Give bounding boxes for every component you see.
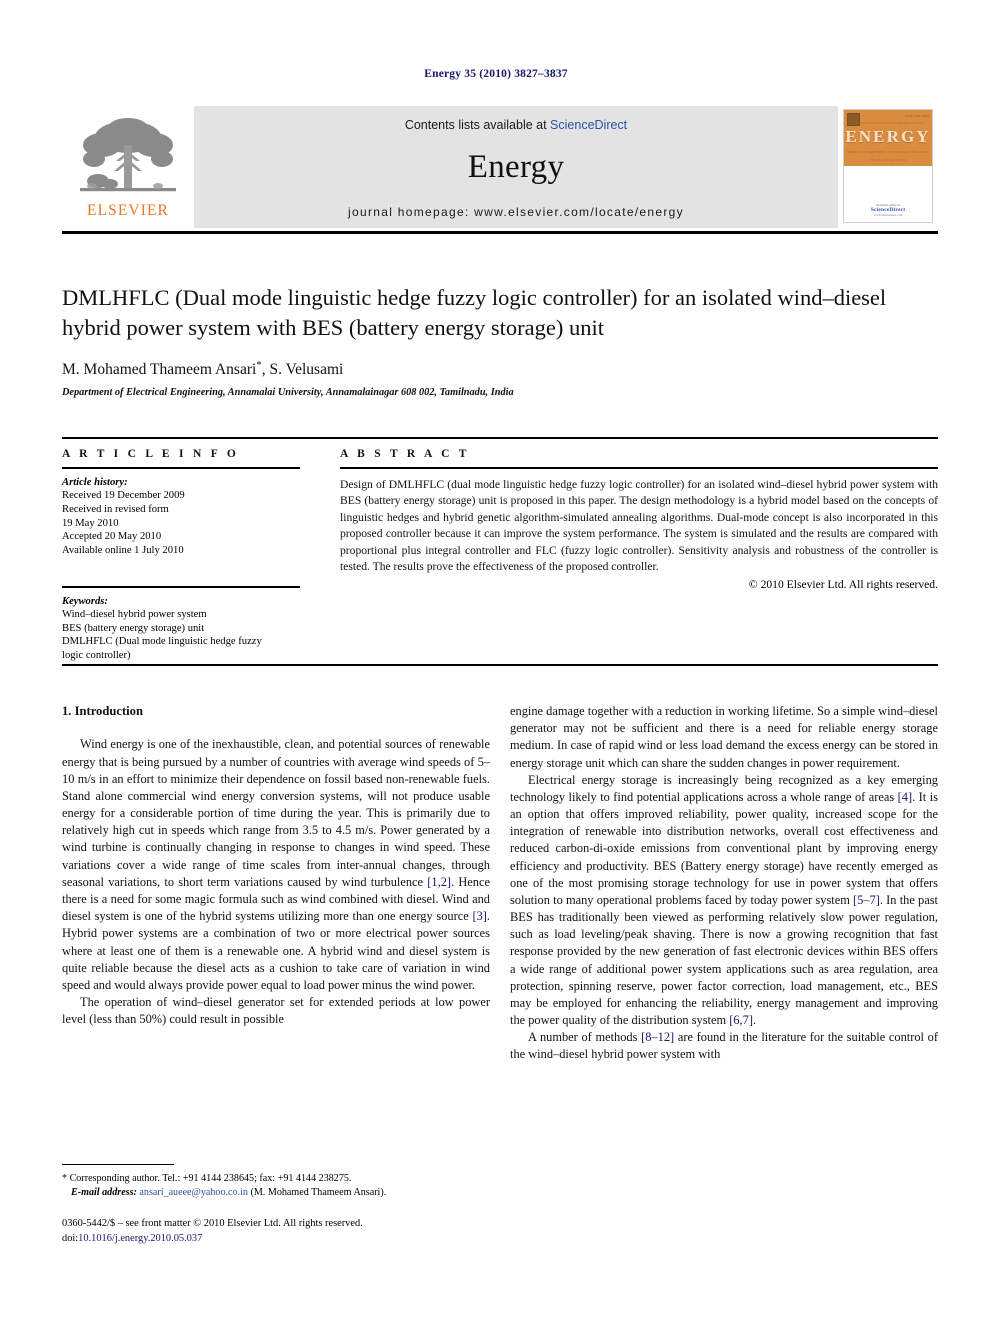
abstract-divider	[340, 467, 938, 469]
keywords-heading: Keywords:	[62, 595, 108, 607]
abstract-column: A B S T R A C T Design of DMLHFLC (dual …	[340, 448, 938, 591]
history-line: Received in revised form	[62, 503, 169, 515]
citation-link[interactable]: [4]	[898, 790, 912, 804]
title-block: DMLHFLC (Dual mode linguistic hedge fuzz…	[62, 283, 938, 398]
corresponding-marker: *	[256, 358, 262, 371]
email-address-label: E-mail address:	[71, 1187, 137, 1199]
masthead-bottom-rule	[62, 231, 938, 234]
email-link[interactable]: ansari_aueee@yahoo.co.in	[139, 1187, 248, 1198]
cover-header-band: ISSN 0360-5442 TECHNOLOGY SCIENCE PLANNI…	[844, 110, 932, 166]
author-list: M. Mohamed Thameem Ansari*, S. Velusami	[62, 358, 938, 378]
section-heading-introduction: 1. Introduction	[62, 704, 143, 718]
history-line: 19 May 2010	[62, 517, 119, 529]
cover-topic-row-bottom: ENERGY ENVIRONMENT ECONOMICS EDUCATION	[846, 150, 930, 154]
body-paragraph: A number of methods [8–12] are found in …	[510, 1030, 938, 1062]
citation-link[interactable]: [5–7]	[853, 893, 880, 907]
history-line: Accepted 20 May 2010	[62, 531, 162, 543]
footnote-marker: *	[62, 1173, 68, 1184]
article-info-column: A R T I C L E I N F O Article history: R…	[62, 448, 300, 663]
article-info-heading: A R T I C L E I N F O	[62, 448, 240, 460]
body-paragraph: Electrical energy storage is increasingl…	[510, 772, 938, 1028]
abstract-copyright: © 2010 Elsevier Ltd. All rights reserved…	[748, 577, 938, 591]
paper-page: Energy 35 (2010) 3827–3837 ELSEVIER Cont…	[0, 0, 992, 1323]
article-history-heading: Article history:	[62, 477, 128, 488]
keyword-item: Wind–diesel hybrid power system	[62, 608, 207, 620]
footnote: * Corresponding author. Tel.: +91 4144 2…	[62, 1172, 490, 1201]
citation-link[interactable]: [6,7]	[729, 1013, 753, 1027]
running-head: Energy 35 (2010) 3827–3837	[424, 68, 568, 80]
citation-link[interactable]: [8–12]	[641, 1030, 674, 1044]
elsevier-logo: ELSEVIER	[62, 106, 194, 228]
abstract-text: Design of DMLHFLC (dual mode linguistic …	[340, 478, 938, 574]
citation-link[interactable]: [1,2]	[427, 875, 451, 889]
journal-title: Energy	[467, 148, 565, 185]
doi-label: doi:	[62, 1233, 79, 1245]
article-info-divider	[62, 467, 300, 469]
corresponding-author-line: * Corresponding author. Tel.: +91 4144 2…	[62, 1172, 490, 1186]
body-paragraph: The operation of wind–diesel generator s…	[62, 995, 490, 1027]
cover-footer: Available online at ScienceDirect www.sc…	[844, 203, 932, 217]
cover-box: ISSN 0360-5442 TECHNOLOGY SCIENCE PLANNI…	[843, 109, 933, 223]
email-owner: (M. Mohamed Thameem Ansari).	[250, 1187, 387, 1199]
body-column-right: engine damage together with a reduction …	[510, 703, 938, 1064]
journal-homepage[interactable]: journal homepage: www.elsevier.com/locat…	[348, 205, 684, 219]
cover-sciencedirect-url: www.sciencedirect.com	[873, 213, 903, 217]
keyword-item: logic controller)	[62, 650, 131, 662]
info-band-bottom-rule	[62, 664, 938, 666]
history-line: Available online 1 July 2010	[62, 545, 184, 557]
cover-issn: ISSN 0360-5442	[904, 114, 929, 118]
cover-subtitle: The International Journal	[870, 158, 906, 162]
keyword-item: BES (battery energy storage) unit	[62, 622, 205, 634]
keywords-divider	[62, 585, 300, 588]
contents-available-line: Contents lists available at ScienceDirec…	[405, 118, 627, 132]
body-paragraph: engine damage together with a reduction …	[510, 704, 938, 770]
cover-title: ENERGY	[845, 127, 931, 146]
keywords-block: Keywords: Wind–diesel hybrid power syste…	[62, 596, 300, 663]
elsevier-tree-icon	[80, 118, 176, 192]
body-column-left: 1. Introduction Wind energy is one of th…	[62, 703, 490, 1028]
doi-link[interactable]: 10.1016/j.energy.2010.05.037	[78, 1233, 202, 1244]
body-paragraph: Wind energy is one of the inexhaustible,…	[62, 737, 490, 992]
affiliation: Department of Electrical Engineering, An…	[62, 386, 514, 398]
keyword-item: DMLHFLC (Dual mode linguistic hedge fuzz…	[62, 636, 262, 648]
doi-line: doi:10.1016/j.energy.2010.05.037	[62, 1231, 622, 1246]
abstract-heading: A B S T R A C T	[340, 448, 470, 460]
author-names: M. Mohamed Thameem Ansari*, S. Velusami	[62, 358, 344, 378]
email-line: E-mail address: ansari_aueee@yahoo.co.in…	[62, 1186, 490, 1200]
journal-cover-thumbnail: ISSN 0360-5442 TECHNOLOGY SCIENCE PLANNI…	[838, 106, 938, 228]
info-band-top-rule	[62, 437, 938, 439]
history-line: Received 19 December 2009	[62, 490, 185, 501]
footnote-divider	[62, 1164, 174, 1165]
masthead-center: Contents lists available at ScienceDirec…	[194, 106, 838, 228]
journal-masthead: ELSEVIER Contents lists available at Sci…	[62, 106, 938, 228]
article-history: Article history: Received 19 December 20…	[62, 477, 300, 558]
corresponding-author-text: Corresponding author. Tel.: +91 4144 238…	[69, 1173, 352, 1184]
page-title: DMLHFLC (Dual mode linguistic hedge fuzz…	[62, 285, 887, 340]
page-footer: 0360-5442/$ – see front matter © 2010 El…	[62, 1216, 622, 1246]
elsevier-wordmark: ELSEVIER	[87, 202, 169, 219]
citation-link[interactable]: [3]	[472, 909, 486, 923]
contents-prefix: Contents lists available at	[404, 117, 551, 132]
sciencedirect-link[interactable]: ScienceDirect	[550, 118, 627, 132]
cover-topic-row-top: TECHNOLOGY SCIENCE PLANNING POLICY	[851, 121, 925, 125]
front-matter-line: 0360-5442/$ – see front matter © 2010 El…	[62, 1218, 363, 1229]
